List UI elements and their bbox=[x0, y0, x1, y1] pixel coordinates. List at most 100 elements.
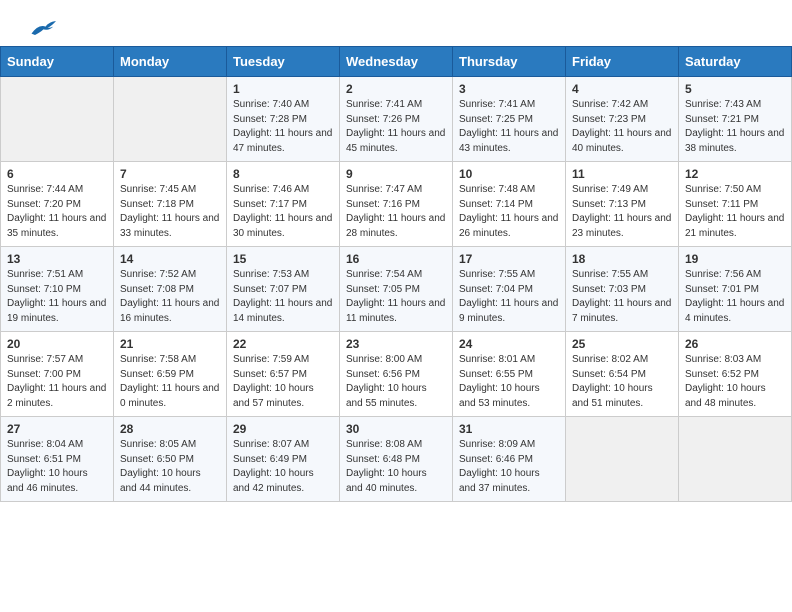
calendar-day: 2 Sunrise: 7:41 AM Sunset: 7:26 PM Daylig… bbox=[340, 77, 453, 162]
calendar-day: 13 Sunrise: 7:51 AM Sunset: 7:10 PM Dayli… bbox=[1, 247, 114, 332]
day-info: Sunrise: 8:09 AM Sunset: 6:46 PM Dayligh… bbox=[459, 438, 559, 496]
calendar-day: 14 Sunrise: 7:52 AM Sunset: 7:08 PM Dayli… bbox=[114, 247, 227, 332]
calendar-day: 10 Sunrise: 7:48 AM Sunset: 7:14 PM Dayli… bbox=[453, 162, 566, 247]
calendar-day: 8 Sunrise: 7:46 AM Sunset: 7:17 PM Daylig… bbox=[227, 162, 340, 247]
day-info: Sunrise: 7:55 AM Sunset: 7:03 PM Dayligh… bbox=[572, 268, 672, 326]
weekday-header-row: SundayMondayTuesdayWednesdayThursdayFrid… bbox=[1, 47, 792, 77]
calendar-day: 9Sunrise: 7:47 AM Sunset: 7:16 PM Daylig… bbox=[340, 162, 453, 247]
day-number: 31 bbox=[459, 422, 559, 436]
weekday-sunday: Sunday bbox=[1, 47, 114, 77]
day-info: Sunrise: 7:45 AM Sunset: 7:18 PM Dayligh… bbox=[120, 183, 220, 241]
logo-bird-icon bbox=[28, 18, 56, 38]
calendar-header: SundayMondayTuesdayWednesdayThursdayFrid… bbox=[1, 47, 792, 77]
day-number: 13 bbox=[7, 252, 107, 266]
day-info: Sunrise: 7:55 AM Sunset: 7:04 PM Dayligh… bbox=[459, 268, 559, 326]
day-info: Sunrise: 7:52 AM Sunset: 7:08 PM Dayligh… bbox=[120, 268, 220, 326]
calendar-day: 11 Sunrise: 7:49 AM Sunset: 7:13 PM Dayli… bbox=[566, 162, 679, 247]
calendar-day: 30 Sunrise: 8:08 AM Sunset: 6:48 PM Dayli… bbox=[340, 417, 453, 502]
day-info: Sunrise: 7:59 AM Sunset: 6:57 PM Dayligh… bbox=[233, 353, 333, 411]
calendar-day: 19 Sunrise: 7:56 AM Sunset: 7:01 PM Dayli… bbox=[679, 247, 792, 332]
day-number: 11 bbox=[572, 167, 672, 181]
day-info: Sunrise: 8:08 AM Sunset: 6:48 PM Dayligh… bbox=[346, 438, 446, 496]
day-info: Sunrise: 7:46 AM Sunset: 7:17 PM Dayligh… bbox=[233, 183, 333, 241]
calendar-week-5: 27 Sunrise: 8:04 AM Sunset: 6:51 PM Dayli… bbox=[1, 417, 792, 502]
day-number: 19 bbox=[685, 252, 785, 266]
day-number: 27 bbox=[7, 422, 107, 436]
calendar-week-2: 6 Sunrise: 7:44 AM Sunset: 7:20 PM Daylig… bbox=[1, 162, 792, 247]
day-info: Sunrise: 8:00 AM Sunset: 6:56 PM Dayligh… bbox=[346, 353, 446, 411]
day-number: 24 bbox=[459, 337, 559, 351]
day-info: Sunrise: 8:01 AM Sunset: 6:55 PM Dayligh… bbox=[459, 353, 559, 411]
day-number: 3 bbox=[459, 82, 559, 96]
day-info: Sunrise: 8:03 AM Sunset: 6:52 PM Dayligh… bbox=[685, 353, 785, 411]
weekday-thursday: Thursday bbox=[453, 47, 566, 77]
calendar-day: 3 Sunrise: 7:41 AM Sunset: 7:25 PM Daylig… bbox=[453, 77, 566, 162]
day-info: Sunrise: 7:41 AM Sunset: 7:26 PM Dayligh… bbox=[346, 98, 446, 156]
day-number: 26 bbox=[685, 337, 785, 351]
day-info: Sunrise: 7:43 AM Sunset: 7:21 PM Dayligh… bbox=[685, 98, 785, 156]
calendar-day: 6 Sunrise: 7:44 AM Sunset: 7:20 PM Daylig… bbox=[1, 162, 114, 247]
calendar-day: 1Sunrise: 7:40 AM Sunset: 7:28 PM Daylig… bbox=[227, 77, 340, 162]
day-number: 2 bbox=[346, 82, 446, 96]
calendar-day: 5 Sunrise: 7:43 AM Sunset: 7:21 PM Daylig… bbox=[679, 77, 792, 162]
day-info: Sunrise: 8:05 AM Sunset: 6:50 PM Dayligh… bbox=[120, 438, 220, 496]
day-info: Sunrise: 7:54 AM Sunset: 7:05 PM Dayligh… bbox=[346, 268, 446, 326]
calendar-day: 17 Sunrise: 7:55 AM Sunset: 7:04 PM Dayli… bbox=[453, 247, 566, 332]
day-number: 16 bbox=[346, 252, 446, 266]
day-number: 23 bbox=[346, 337, 446, 351]
calendar-day: 26 Sunrise: 8:03 AM Sunset: 6:52 PM Dayli… bbox=[679, 332, 792, 417]
day-info: Sunrise: 7:56 AM Sunset: 7:01 PM Dayligh… bbox=[685, 268, 785, 326]
day-info: Sunrise: 8:07 AM Sunset: 6:49 PM Dayligh… bbox=[233, 438, 333, 496]
calendar-body: 1Sunrise: 7:40 AM Sunset: 7:28 PM Daylig… bbox=[1, 77, 792, 502]
weekday-monday: Monday bbox=[114, 47, 227, 77]
day-info: Sunrise: 8:02 AM Sunset: 6:54 PM Dayligh… bbox=[572, 353, 672, 411]
weekday-tuesday: Tuesday bbox=[227, 47, 340, 77]
calendar-day: 28 Sunrise: 8:05 AM Sunset: 6:50 PM Dayli… bbox=[114, 417, 227, 502]
day-number: 14 bbox=[120, 252, 220, 266]
calendar-day bbox=[114, 77, 227, 162]
day-info: Sunrise: 7:44 AM Sunset: 7:20 PM Dayligh… bbox=[7, 183, 107, 241]
day-info: Sunrise: 7:49 AM Sunset: 7:13 PM Dayligh… bbox=[572, 183, 672, 241]
day-number: 30 bbox=[346, 422, 446, 436]
day-number: 28 bbox=[120, 422, 220, 436]
day-number: 10 bbox=[459, 167, 559, 181]
day-info: Sunrise: 7:57 AM Sunset: 7:00 PM Dayligh… bbox=[7, 353, 107, 411]
calendar-day: 29 Sunrise: 8:07 AM Sunset: 6:49 PM Dayli… bbox=[227, 417, 340, 502]
calendar-day: 23 Sunrise: 8:00 AM Sunset: 6:56 PM Dayli… bbox=[340, 332, 453, 417]
day-number: 29 bbox=[233, 422, 333, 436]
calendar-day: 21Sunrise: 7:58 AM Sunset: 6:59 PM Dayli… bbox=[114, 332, 227, 417]
calendar-day bbox=[679, 417, 792, 502]
day-number: 15 bbox=[233, 252, 333, 266]
day-number: 17 bbox=[459, 252, 559, 266]
calendar-week-4: 20 Sunrise: 7:57 AM Sunset: 7:00 PM Dayli… bbox=[1, 332, 792, 417]
day-info: Sunrise: 7:58 AM Sunset: 6:59 PM Dayligh… bbox=[120, 353, 220, 411]
calendar-day: 15Sunrise: 7:53 AM Sunset: 7:07 PM Dayli… bbox=[227, 247, 340, 332]
calendar-table: SundayMondayTuesdayWednesdayThursdayFrid… bbox=[0, 46, 792, 502]
day-number: 18 bbox=[572, 252, 672, 266]
calendar-day bbox=[566, 417, 679, 502]
day-info: Sunrise: 7:51 AM Sunset: 7:10 PM Dayligh… bbox=[7, 268, 107, 326]
day-number: 5 bbox=[685, 82, 785, 96]
calendar-day: 4Sunrise: 7:42 AM Sunset: 7:23 PM Daylig… bbox=[566, 77, 679, 162]
day-number: 6 bbox=[7, 167, 107, 181]
calendar-day: 18 Sunrise: 7:55 AM Sunset: 7:03 PM Dayli… bbox=[566, 247, 679, 332]
day-number: 20 bbox=[7, 337, 107, 351]
weekday-saturday: Saturday bbox=[679, 47, 792, 77]
calendar-day: 24 Sunrise: 8:01 AM Sunset: 6:55 PM Dayli… bbox=[453, 332, 566, 417]
calendar-day: 16 Sunrise: 7:54 AM Sunset: 7:05 PM Dayli… bbox=[340, 247, 453, 332]
day-info: Sunrise: 7:50 AM Sunset: 7:11 PM Dayligh… bbox=[685, 183, 785, 241]
calendar-day: 22Sunrise: 7:59 AM Sunset: 6:57 PM Dayli… bbox=[227, 332, 340, 417]
day-number: 8 bbox=[233, 167, 333, 181]
calendar-day: 31 Sunrise: 8:09 AM Sunset: 6:46 PM Dayli… bbox=[453, 417, 566, 502]
calendar-week-3: 13 Sunrise: 7:51 AM Sunset: 7:10 PM Dayli… bbox=[1, 247, 792, 332]
calendar-day: 27 Sunrise: 8:04 AM Sunset: 6:51 PM Dayli… bbox=[1, 417, 114, 502]
day-number: 25 bbox=[572, 337, 672, 351]
calendar-week-1: 1Sunrise: 7:40 AM Sunset: 7:28 PM Daylig… bbox=[1, 77, 792, 162]
day-number: 12 bbox=[685, 167, 785, 181]
day-info: Sunrise: 7:40 AM Sunset: 7:28 PM Dayligh… bbox=[233, 98, 333, 156]
calendar-day: 7 Sunrise: 7:45 AM Sunset: 7:18 PM Daylig… bbox=[114, 162, 227, 247]
day-info: Sunrise: 7:48 AM Sunset: 7:14 PM Dayligh… bbox=[459, 183, 559, 241]
day-info: Sunrise: 8:04 AM Sunset: 6:51 PM Dayligh… bbox=[7, 438, 107, 496]
day-number: 7 bbox=[120, 167, 220, 181]
day-info: Sunrise: 7:41 AM Sunset: 7:25 PM Dayligh… bbox=[459, 98, 559, 156]
